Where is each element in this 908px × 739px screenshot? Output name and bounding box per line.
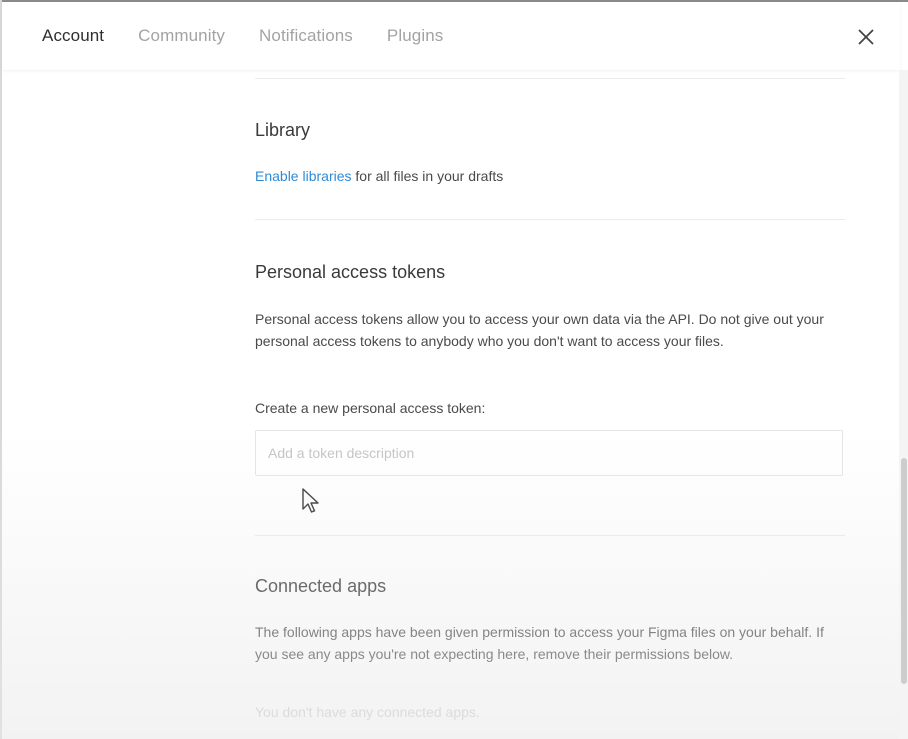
connected-apps-description: The following apps have been given permi… — [255, 624, 824, 662]
tab-community[interactable]: Community — [138, 26, 225, 46]
close-button[interactable] — [855, 26, 877, 48]
enable-libraries-link[interactable]: Enable libraries — [255, 168, 352, 184]
tokens-description: Personal access tokens allow you to acce… — [255, 311, 824, 349]
settings-header: Account Community Notifications Plugins — [2, 2, 900, 70]
tokens-title: Personal access tokens — [255, 262, 446, 282]
close-icon — [858, 29, 874, 45]
library-description: Enable libraries for all files in your d… — [255, 165, 503, 187]
scrollbar-thumb[interactable] — [901, 458, 907, 684]
section-divider — [255, 219, 845, 220]
tab-notifications[interactable]: Notifications — [259, 26, 353, 46]
create-token-label: Create a new personal access token: — [255, 400, 486, 416]
bottom-shade — [0, 430, 908, 739]
library-description-text: for all files in your drafts — [351, 168, 504, 184]
connected-apps-title: Connected apps — [255, 576, 387, 596]
connected-apps-empty: You don't have any connected apps. — [255, 704, 480, 720]
tab-plugins[interactable]: Plugins — [387, 26, 443, 46]
mouse-pointer-icon — [302, 488, 319, 513]
tab-account[interactable]: Account — [42, 26, 104, 46]
library-title: Library — [255, 120, 311, 140]
tab-bar: Account Community Notifications Plugins — [42, 26, 477, 46]
window-left-border — [0, 0, 2, 739]
token-description-input[interactable] — [255, 430, 843, 476]
section-divider — [255, 78, 845, 79]
section-divider — [255, 535, 845, 536]
